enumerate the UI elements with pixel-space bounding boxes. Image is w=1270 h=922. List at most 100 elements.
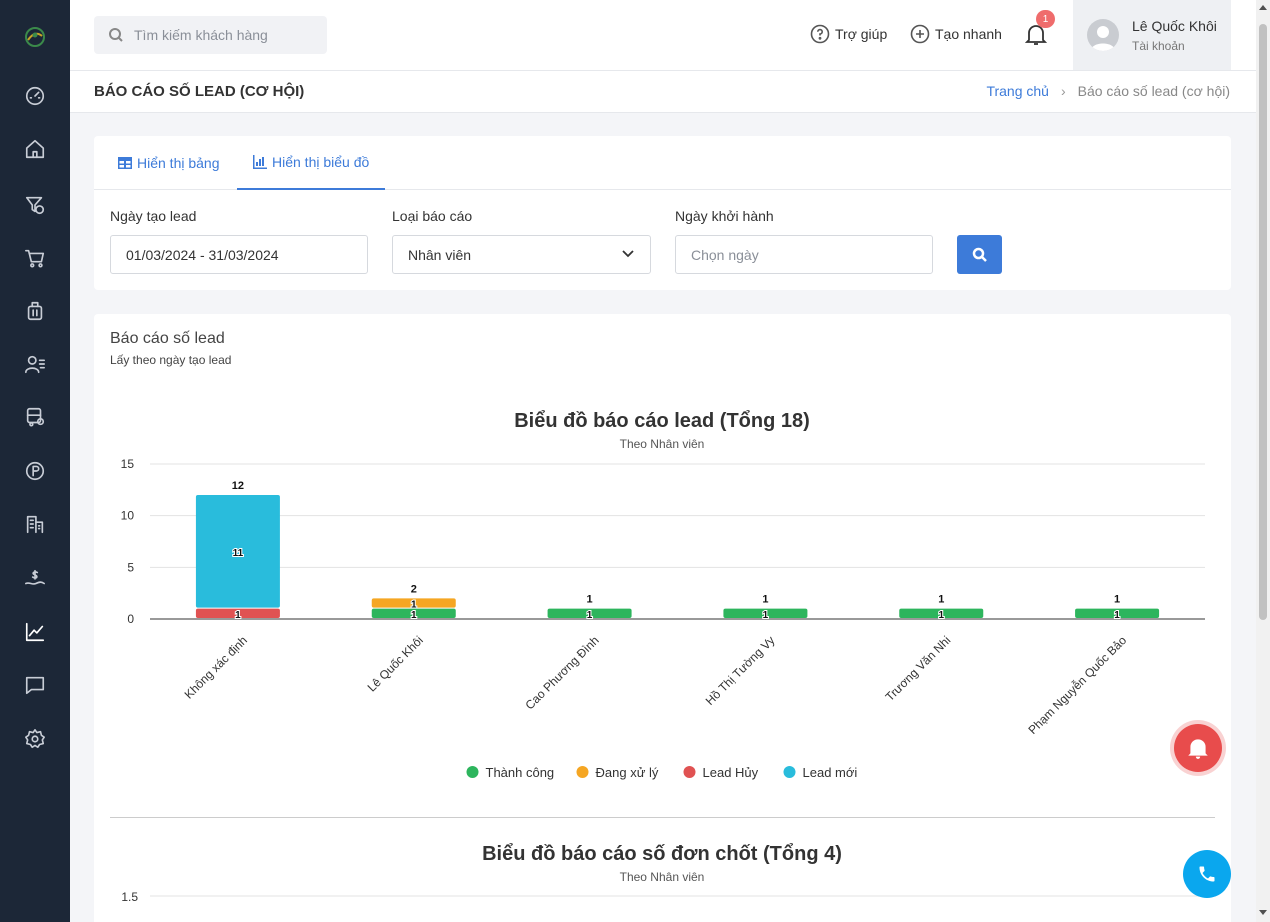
filter-card: Hiển thị bảng Hiển thị biểu đồ Ngày tạo … (94, 136, 1231, 290)
tab-chart-label: Hiển thị biểu đồ (272, 154, 370, 170)
breadcrumb: Trang chủ › Báo cáo số lead (cơ hội) (986, 83, 1230, 99)
y-tick-label: 15 (121, 457, 135, 471)
view-tabs: Hiển thị bảng Hiển thị biểu đồ (94, 136, 1231, 190)
chart2-subtitle: Theo Nhân viên (620, 870, 705, 884)
y-tick-label: 10 (121, 509, 135, 523)
bar-total-label: 1 (762, 594, 768, 606)
sidebar-item-funnel[interactable] (23, 193, 47, 217)
home-icon (25, 139, 45, 159)
sidebar-item-dashboard[interactable] (23, 84, 47, 108)
funnel-dollar-icon (25, 196, 45, 215)
settings-icon (25, 729, 45, 749)
quick-create-link[interactable]: Tạo nhanh (910, 24, 1002, 44)
report-type-select[interactable]: Nhân viên (392, 235, 651, 274)
account-menu[interactable]: Lê Quốc Khôi Tài khoản (1073, 0, 1231, 70)
y-tick-label: 5 (127, 560, 134, 574)
bar-segment-label: 1 (587, 610, 593, 621)
bar-chart-icon (253, 155, 267, 169)
bar-segment-label: 1 (411, 600, 417, 611)
page-scrollbar[interactable] (1256, 0, 1270, 922)
bar-segment-label: 11 (233, 548, 244, 559)
search-icon (109, 28, 123, 42)
tab-table-label: Hiển thị bảng (137, 155, 220, 171)
plus-circle-icon (910, 24, 930, 44)
x-category-label: Hồ Thị Tường Vy (703, 633, 778, 708)
created-date-range-input[interactable]: 01/03/2024 - 31/03/2024 (110, 235, 368, 274)
x-category-label: Cao Phương Đình (523, 633, 602, 712)
notification-fab[interactable] (1174, 724, 1222, 772)
bar-segment-label: 1 (763, 610, 769, 621)
dashboard-icon (25, 86, 45, 106)
sidebar-item-tours[interactable] (23, 299, 47, 323)
x-category-label: Không xác định (182, 633, 250, 701)
x-category-label: Phạm Nguyễn Quốc Bảo (1025, 632, 1130, 737)
legend-label: Đang xử lý (596, 765, 659, 780)
x-category-label: Trương Văn Nhi (883, 633, 954, 704)
sidebar-item-messages[interactable] (23, 673, 47, 697)
bar-total-label: 12 (232, 480, 244, 492)
legend-marker (576, 766, 589, 778)
report-type-label: Loại báo cáo (392, 208, 473, 224)
report-card: Báo cáo số lead Lấy theo ngày tạo lead B… (94, 314, 1231, 922)
y-tick-label: 0 (127, 612, 134, 626)
chart-title: Biểu đồ báo cáo lead (Tổng 18) (514, 410, 810, 432)
logo-icon[interactable] (22, 24, 48, 50)
order-bar-chart: Biểu đồ báo cáo số đơn chốt (Tổng 4) Theo… (121, 843, 1205, 904)
table-icon (118, 157, 132, 169)
avatar (1087, 19, 1119, 51)
account-name: Lê Quốc Khôi (1132, 18, 1217, 34)
sidebar-item-home[interactable] (23, 137, 47, 161)
help-link[interactable]: Trợ giúp (810, 24, 887, 44)
sidebar-item-cart[interactable] (23, 246, 47, 270)
sidebar-item-settings[interactable] (23, 727, 47, 751)
bell-icon (1188, 739, 1208, 759)
question-circle-icon (810, 24, 830, 44)
bar-segment-label: 1 (938, 610, 944, 621)
sidebar-item-transport[interactable] (23, 405, 47, 429)
sidebar-item-reports[interactable] (23, 620, 47, 644)
y-tick-label: 1.5 (121, 890, 138, 904)
page-header: BÁO CÁO SỐ LEAD (CƠ HỘI) Trang chủ › Báo… (70, 71, 1256, 113)
bar-segment-label: 1 (1114, 610, 1120, 621)
bar-segment-label: 1 (411, 610, 417, 621)
call-button[interactable] (1183, 850, 1231, 898)
scroll-thumb[interactable] (1259, 24, 1267, 620)
search-button[interactable] (957, 235, 1002, 274)
account-subtitle: Tài khoản (1132, 39, 1185, 53)
building-icon (26, 515, 44, 534)
user-list-icon (25, 355, 45, 374)
help-label: Trợ giúp (835, 26, 888, 42)
breadcrumb-current: Báo cáo số lead (cơ hội) (1077, 83, 1230, 99)
sidebar-item-building[interactable] (23, 512, 47, 536)
search-icon (972, 247, 987, 262)
tab-table[interactable]: Hiển thị bảng (102, 136, 236, 190)
quick-create-label: Tạo nhanh (935, 26, 1002, 42)
report-type-value: Nhân viên (408, 246, 472, 263)
parking-icon (25, 461, 45, 481)
chevron-right-icon: › (1060, 83, 1066, 99)
scroll-down-arrow-icon[interactable] (1259, 910, 1267, 915)
sidebar-item-parking[interactable] (23, 459, 47, 483)
legend-label: Thành công (486, 765, 555, 780)
x-category-label: Lê Quốc Khôi (365, 633, 426, 694)
bar-total-label: 1 (1114, 594, 1120, 606)
sidebar-item-customers[interactable] (23, 352, 47, 376)
topbar: Trợ giúp Tạo nhanh 1 Lê Quốc Khôi Tài kh… (70, 0, 1256, 71)
bus-icon (26, 407, 45, 427)
legend-label: Lead mới (803, 765, 858, 780)
search-input[interactable] (134, 27, 314, 43)
sidebar (0, 0, 70, 922)
bar-segment-label: 1 (235, 610, 241, 621)
cart-icon (25, 249, 45, 268)
scroll-up-arrow-icon[interactable] (1259, 5, 1267, 10)
bar-total-label: 2 (411, 583, 417, 595)
legend-marker (683, 766, 696, 778)
customer-search[interactable] (94, 16, 327, 54)
breadcrumb-home[interactable]: Trang chủ (986, 83, 1049, 99)
notification-badge: 1 (1036, 10, 1055, 28)
sidebar-item-finance[interactable] (23, 566, 47, 590)
tab-chart[interactable]: Hiển thị biểu đồ (237, 136, 386, 190)
departure-date-input[interactable]: Chọn ngày (675, 235, 933, 274)
money-hand-icon (25, 569, 45, 585)
report-subtitle: Lấy theo ngày tạo lead (110, 353, 232, 367)
